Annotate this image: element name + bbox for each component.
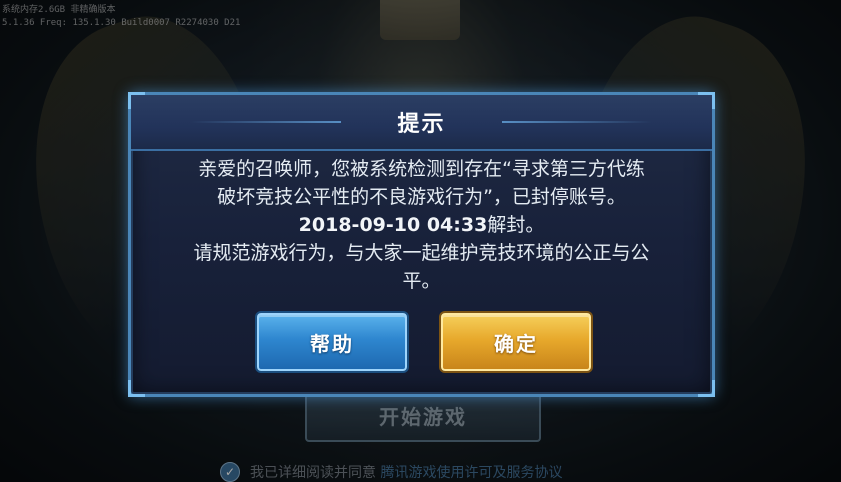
confirm-button[interactable]: 确定: [441, 313, 591, 371]
message-line: 请规范游戏行为，与大家一起维护竞技环境的公正与公: [193, 242, 650, 264]
dialog-message: 亲爱的召唤师，您被系统检测到存在“寻求第三方代练 破坏竞技公平性的不良游戏行为”…: [141, 155, 702, 295]
dialog-corner-ornament: [128, 380, 145, 397]
dialog-corner-ornament: [698, 380, 715, 397]
ban-until-time: 2018-09-10 04:33: [298, 214, 488, 236]
message-line: 平。: [402, 270, 441, 292]
notice-dialog: 提示 亲爱的召唤师，您被系统检测到存在“寻求第三方代练 破坏竞技公平性的不良游戏…: [128, 92, 715, 397]
dialog-header: 提示: [131, 95, 712, 151]
ban-until-line: 2018-09-10 04:33解封。: [141, 211, 702, 239]
message-line: 亲爱的召唤师，您被系统检测到存在“寻求第三方代练: [198, 158, 645, 180]
message-line: 破坏竞技公平性的不良游戏行为”，已封停账号。: [217, 186, 626, 208]
dialog-title: 提示: [397, 112, 446, 137]
ban-until-suffix: 解封。: [487, 214, 545, 236]
help-button[interactable]: 帮助: [257, 313, 407, 371]
